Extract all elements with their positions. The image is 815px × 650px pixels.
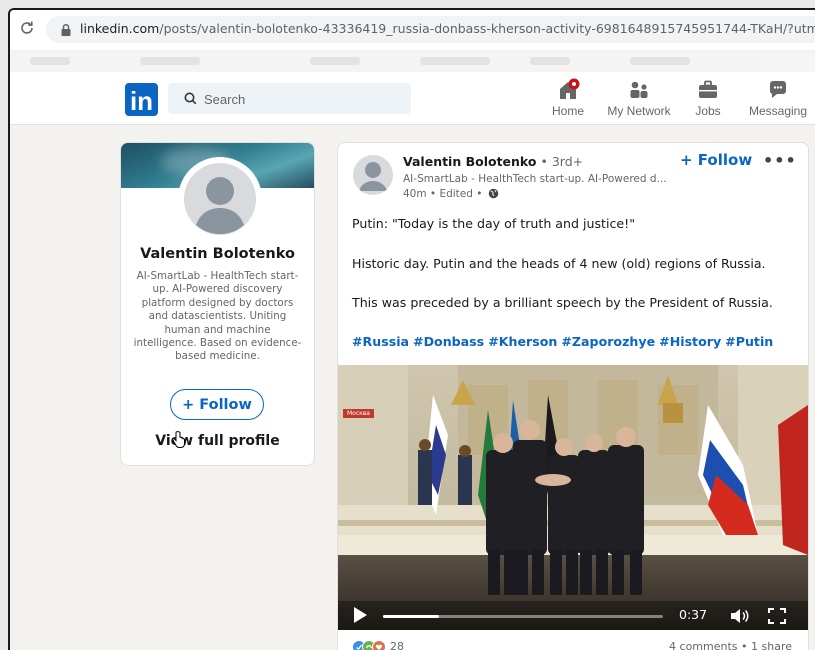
post-hashtags: #Russia #Donbass #Kherson #Zaporozhye #H… <box>352 334 773 349</box>
hand-cursor-icon <box>171 431 186 449</box>
avatar[interactable] <box>178 157 262 241</box>
nav-home[interactable]: Home <box>548 78 588 122</box>
nav-jobs-label: Jobs <box>688 104 728 118</box>
people-icon <box>627 78 651 102</box>
url-path: /posts/valentin-bolotenko-43336419_russi… <box>159 21 815 36</box>
post-author-avatar[interactable] <box>353 155 393 195</box>
video-time: 0:37 <box>679 607 707 622</box>
comments-shares-count[interactable]: 4 comments • 1 share <box>669 640 792 650</box>
browser-frame: linkedin.com/posts/valentin-bolotenko-43… <box>8 8 815 650</box>
hashtag-link[interactable]: #Putin <box>725 334 773 349</box>
connection-degree: • 3rd+ <box>541 154 584 169</box>
profile-follow-button[interactable]: + Follow <box>170 389 264 420</box>
reaction-icons <box>352 639 388 650</box>
search-icon <box>184 92 197 105</box>
post-time-text: 40m • Edited • <box>403 188 482 200</box>
social-counts: 28 4 comments • 1 share <box>352 639 792 650</box>
view-full-profile-link[interactable]: View full profile <box>121 433 314 449</box>
location-tag: Москва <box>343 409 374 418</box>
fullscreen-icon[interactable] <box>768 608 786 624</box>
nav-my-network-label: My Network <box>604 104 674 118</box>
url-text: linkedin.com/posts/valentin-bolotenko-43… <box>80 21 815 36</box>
nav-jobs[interactable]: Jobs <box>688 78 728 122</box>
hashtag-link[interactable]: #Zaporozhye <box>561 334 655 349</box>
nav-home-label: Home <box>548 104 588 118</box>
linkedin-logo[interactable]: in <box>125 83 158 116</box>
post-text-line-1: Putin: "Today is the day of truth and ju… <box>352 216 635 231</box>
search-box[interactable] <box>168 83 411 114</box>
post-text-line-2: Historic day. Putin and the heads of 4 n… <box>352 256 766 271</box>
post-video[interactable]: Москва 0:37 <box>338 365 808 630</box>
lock-icon <box>60 22 74 36</box>
post-author-headline: AI-SmartLab - HealthTech start-up. AI-Po… <box>403 173 667 185</box>
url-host: linkedin.com <box>80 21 159 36</box>
linkedin-header: in Home My Network Jobs <box>10 72 815 125</box>
post-card: Valentin Bolotenko • 3rd+ AI-SmartLab - … <box>337 142 809 650</box>
reactions-count: 28 <box>390 640 404 650</box>
video-progress-fill <box>383 615 439 618</box>
profile-name[interactable]: Valentin Bolotenko <box>121 246 314 262</box>
more-options-icon[interactable]: ••• <box>763 151 797 170</box>
video-progress-bar[interactable] <box>383 615 663 618</box>
reload-icon[interactable] <box>19 20 37 38</box>
video-controls: 0:37 <box>338 601 808 630</box>
profile-card: Valentin Bolotenko AI-SmartLab - HealthT… <box>120 142 315 466</box>
profile-headline: AI-SmartLab - HealthTech start-up. AI-Po… <box>133 270 302 364</box>
volume-icon[interactable] <box>730 608 750 624</box>
chat-icon <box>766 78 790 102</box>
url-field[interactable]: linkedin.com/posts/valentin-bolotenko-43… <box>46 16 815 43</box>
post-author-line: Valentin Bolotenko • 3rd+ <box>403 154 583 169</box>
nav-messaging-label: Messaging <box>743 104 813 118</box>
reactions[interactable]: 28 <box>352 639 388 650</box>
bookmarks-bar <box>10 50 815 72</box>
hashtag-link[interactable]: #Russia <box>352 334 409 349</box>
nav-my-network[interactable]: My Network <box>604 78 674 122</box>
globe-icon <box>488 188 499 199</box>
briefcase-icon <box>696 78 720 102</box>
post-author-name[interactable]: Valentin Bolotenko <box>403 154 537 169</box>
hashtag-link[interactable]: #Donbass <box>413 334 484 349</box>
nav-messaging[interactable]: Messaging <box>743 78 813 122</box>
hashtag-link[interactable]: #Kherson <box>488 334 557 349</box>
address-bar: linkedin.com/posts/valentin-bolotenko-43… <box>10 10 815 51</box>
hashtag-link[interactable]: #History <box>659 334 721 349</box>
play-icon[interactable] <box>352 606 368 624</box>
search-input[interactable] <box>202 83 406 116</box>
video-frame-image <box>338 365 808 630</box>
home-icon <box>554 78 582 102</box>
post-timestamp: 40m • Edited • <box>403 188 499 200</box>
post-text-line-3: This was preceded by a brilliant speech … <box>352 295 773 310</box>
post-follow-button[interactable]: + Follow <box>680 151 752 169</box>
